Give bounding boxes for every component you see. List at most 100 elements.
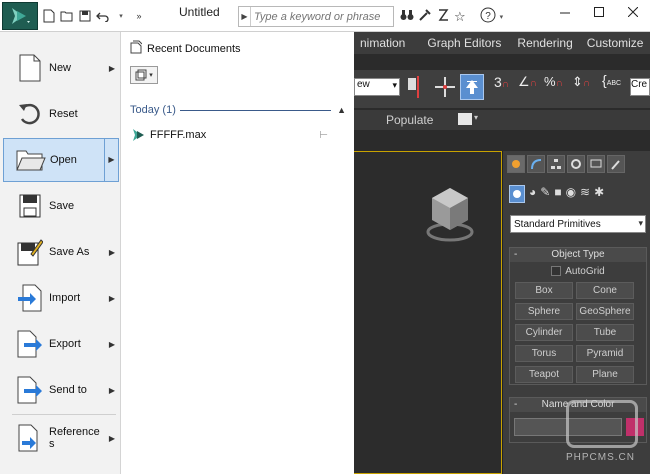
menu-rendering[interactable]: Rendering [511, 36, 578, 50]
app-menu-commands: New ▶ Reset Open ▶ Save Save As ▶ Import… [0, 32, 121, 474]
save-as-command[interactable]: Save As ▶ [3, 230, 119, 274]
percent-snap-icon[interactable]: %∩ [544, 74, 563, 89]
viewcube-icon[interactable] [420, 186, 480, 246]
geometry-icon[interactable] [509, 185, 525, 203]
cameras-icon[interactable]: ■ [554, 185, 561, 203]
motion-tab-icon[interactable] [567, 155, 585, 173]
title-bar: ▾ » Untitled ▶ ☆ ? ▾ [0, 0, 650, 32]
helpers-icon[interactable]: ◉ [566, 185, 576, 203]
edit-named-selection-icon[interactable]: {ABC [602, 72, 621, 88]
recent-documents-icon [130, 40, 143, 57]
angle-snap-icon[interactable]: ∠∩ [518, 74, 537, 90]
references-command[interactable]: Reference s ▶ [3, 416, 119, 460]
reset-command[interactable]: Reset [3, 92, 119, 136]
cylinder-button[interactable]: Cylinder [515, 324, 573, 341]
menu-customize[interactable]: Customize [581, 36, 650, 50]
display-options-button[interactable]: ▾ [130, 66, 158, 84]
recent-group-header[interactable]: Today (1) ▲ [130, 104, 346, 116]
open-command[interactable]: Open ▶ [3, 138, 119, 182]
recent-file-item[interactable]: FFFFF.max ⊢ [132, 126, 342, 144]
binoculars-icon[interactable] [400, 9, 414, 24]
ribbon-options-icon[interactable] [458, 113, 472, 125]
import-label: Import [49, 292, 81, 304]
perspective-viewport[interactable] [354, 151, 502, 474]
chevron-right-icon: ▶ [108, 339, 116, 349]
utilities-tab-icon[interactable] [607, 155, 625, 173]
primitive-type-dropdown[interactable]: Standard Primitives ▾ [510, 215, 646, 233]
plane-button[interactable]: Plane [576, 366, 634, 383]
send-to-command[interactable]: Send to ▶ [3, 368, 119, 412]
reset-icon [15, 98, 45, 130]
display-tab-icon[interactable] [587, 155, 605, 173]
save-icon [15, 190, 45, 222]
import-icon [15, 282, 45, 314]
named-selection-field[interactable]: Cre [630, 78, 650, 96]
collapse-icon: - [514, 399, 518, 410]
window-controls [548, 0, 650, 24]
ribbon-options-dropdown-icon[interactable]: ▾ [474, 113, 478, 122]
application-button[interactable] [2, 2, 38, 30]
torus-button[interactable]: Torus [515, 345, 573, 362]
new-file-icon[interactable] [42, 9, 56, 23]
systems-icon[interactable]: ✱ [594, 185, 604, 203]
sphere-button[interactable]: Sphere [515, 303, 573, 320]
save-as-icon [15, 236, 45, 268]
tube-button[interactable]: Tube [576, 324, 634, 341]
modify-tab-icon[interactable] [527, 155, 545, 173]
ribbon-subtabs: Populate ▾ [354, 110, 650, 130]
spacewarps-icon[interactable]: ≋ [580, 185, 590, 203]
cone-button[interactable]: Cone [576, 282, 634, 299]
object-type-header[interactable]: - Object Type [510, 248, 646, 262]
new-command[interactable]: New ▶ [3, 46, 119, 90]
menu-animation[interactable]: nimation [354, 36, 411, 50]
pin-icon[interactable]: ⊢ [319, 130, 328, 141]
help-dropdown-icon[interactable]: ▾ [500, 13, 504, 21]
qat-overflow-icon[interactable]: » [132, 9, 146, 23]
save-as-label: Save As [49, 246, 90, 258]
pyramid-button[interactable]: Pyramid [576, 345, 634, 362]
import-command[interactable]: Import ▶ [3, 276, 119, 320]
subscription-icon[interactable] [418, 8, 432, 25]
select-manipulate-icon[interactable] [460, 74, 484, 100]
lights-icon[interactable]: ✎ [540, 185, 550, 203]
search-expand-icon[interactable]: ▶ [239, 7, 251, 26]
search-input[interactable] [251, 10, 391, 23]
help-icon[interactable]: ? [480, 7, 496, 26]
view-dropdown[interactable]: ew ▾ [354, 78, 400, 96]
favorites-icon[interactable]: ☆ [454, 10, 466, 23]
menu-graph-editors[interactable]: Graph Editors [421, 36, 507, 50]
snaps-toggle-icon[interactable]: 3∩ [494, 74, 509, 90]
teapot-button[interactable]: Teapot [515, 366, 573, 383]
reset-label: Reset [49, 108, 78, 120]
save-icon[interactable] [78, 9, 92, 23]
geosphere-button[interactable]: GeoSphere [576, 303, 634, 320]
primitive-type-value: Standard Primitives [514, 218, 601, 230]
pivot-icon[interactable] [406, 76, 424, 101]
application-menu: New ▶ Reset Open ▶ Save Save As ▶ Import… [0, 32, 354, 474]
recent-documents-panel: Recent Documents ▾ Today (1) ▲ FFFFF.max… [122, 32, 354, 474]
recent-documents-title: Recent Documents [147, 42, 241, 55]
undo-dropdown-icon[interactable]: ▾ [114, 9, 128, 23]
send-to-icon [15, 374, 45, 406]
communication-icon[interactable] [436, 8, 450, 25]
collapse-icon[interactable]: ▲ [337, 105, 346, 115]
move-icon[interactable] [434, 76, 456, 101]
autogrid-checkbox[interactable] [551, 266, 562, 276]
maximize-button[interactable] [582, 0, 616, 24]
create-category-icons: ◕ ✎ ■ ◉ ≋ ✱ [509, 185, 604, 203]
undo-icon[interactable] [96, 9, 110, 23]
populate-tab[interactable]: Populate [386, 113, 433, 127]
close-button[interactable] [616, 0, 650, 24]
spinner-snap-icon[interactable]: ⇕∩ [572, 74, 590, 90]
minimize-button[interactable] [548, 0, 582, 24]
open-folder-icon[interactable] [60, 9, 74, 23]
hierarchy-tab-icon[interactable] [547, 155, 565, 173]
send-to-label: Send to [49, 384, 87, 396]
export-command[interactable]: Export ▶ [3, 322, 119, 366]
create-tab-icon[interactable] [507, 155, 525, 173]
box-button[interactable]: Box [515, 282, 573, 299]
object-type-rollout: - Object Type AutoGrid Box Cone Sphere Geo… [509, 247, 647, 385]
shapes-icon[interactable]: ◕ [529, 185, 536, 203]
save-command[interactable]: Save [3, 184, 119, 228]
open-label: Open [50, 154, 77, 166]
